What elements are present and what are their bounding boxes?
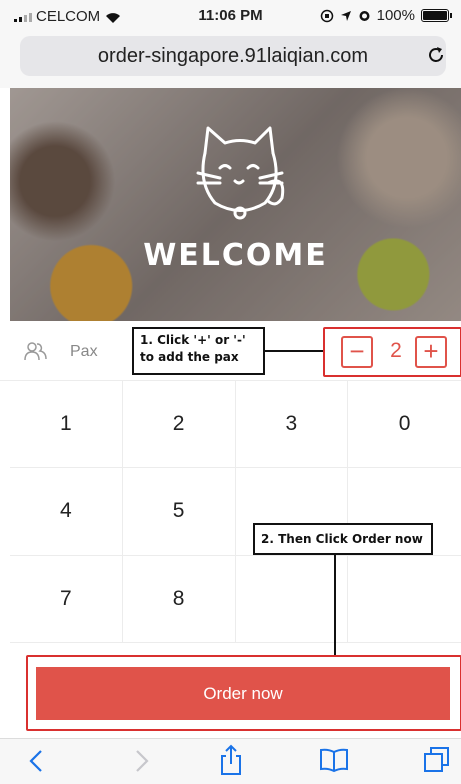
pax-count: 2 [390,339,402,362]
address-bar[interactable]: order-singapore.91laiqian.com [20,36,446,76]
tabs-icon[interactable] [423,745,451,773]
keypad-key[interactable] [235,555,349,643]
number-keypad: 1 2 3 0 4 5 7 8 [10,381,461,643]
instruction-callout-pax: 1. Click '+' or '-' to add the pax [132,327,265,375]
callout-pax-connector [265,350,323,352]
url-text: order-singapore.91laiqian.com [97,44,369,67]
keypad-key[interactable]: 5 [122,468,236,556]
forward-icon[interactable] [134,748,150,774]
status-right: 100% [320,7,452,24]
alarm-icon [359,11,370,21]
callout-order-connector [334,555,336,655]
location-icon [340,10,351,21]
status-bar: CELCOM 11:06 PM 100% [0,0,461,30]
keypad-key[interactable] [348,556,461,643]
battery-icon [421,9,452,22]
orientation-lock-icon [320,9,333,22]
welcome-text: WELCOME [143,238,328,273]
bookmarks-icon[interactable] [319,747,349,773]
share-icon[interactable] [219,744,243,776]
pax-decrement-button[interactable]: − [341,336,373,368]
keypad-key[interactable]: 2 [122,381,236,469]
pax-increment-button[interactable]: + [415,336,447,368]
order-now-button[interactable]: Order now [36,667,450,720]
keypad-key[interactable]: 3 [235,381,349,469]
browser-toolbar [0,738,461,784]
keypad-key[interactable]: 1 [10,381,123,469]
hero-banner: WELCOME [10,88,461,321]
instruction-callout-order: 2. Then Click Order now [253,523,433,555]
back-icon[interactable] [28,748,44,774]
lucky-cat-logo [196,126,285,220]
reload-icon[interactable] [425,44,447,66]
pax-label: Pax [70,343,98,360]
keypad-key[interactable]: 4 [10,468,123,556]
battery-percent: 100% [376,7,415,24]
keypad-key[interactable]: 0 [348,381,461,469]
keypad-key[interactable]: 7 [10,555,123,643]
browser-chrome: order-singapore.91laiqian.com [0,30,461,88]
pax-stepper-highlight: − 2 + [323,327,461,377]
keypad-key[interactable]: 8 [122,555,236,643]
callout-pax-line1: 1. Click '+' or '-' [140,333,246,347]
people-icon [24,342,47,361]
callout-pax-line2: to add the pax [140,350,239,364]
